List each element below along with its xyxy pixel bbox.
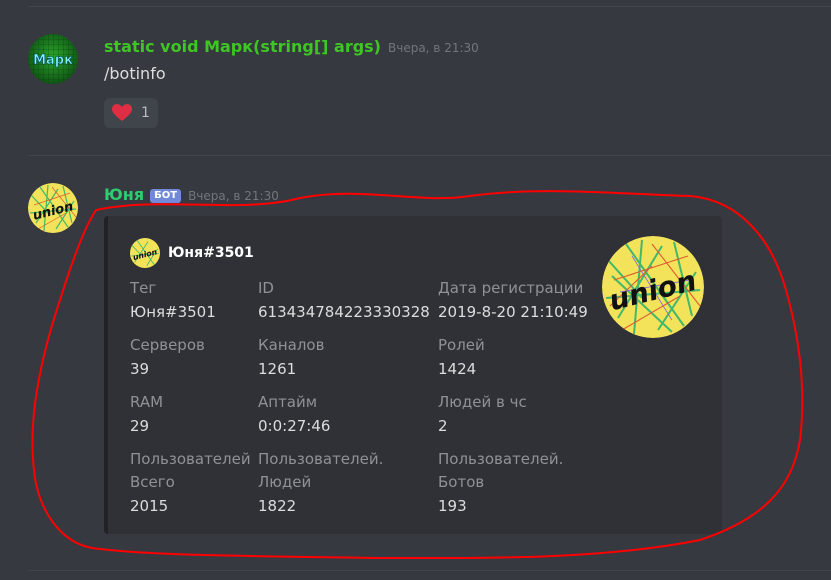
field-uptime: Аптайм 0:0:27:46	[258, 391, 330, 438]
field-value: 2019-8-20 21:10:49	[438, 303, 588, 321]
field-value: 1261	[258, 360, 297, 378]
message-timestamp[interactable]: Вчера, в 21:30	[388, 41, 479, 55]
field-name-line2: Всего	[130, 473, 175, 491]
field-value: 39	[130, 360, 150, 378]
field-users-humans: Пользователей. Людей 1822	[258, 448, 383, 518]
field-name-line1: Пользователей.	[258, 450, 384, 468]
field-value: 0:0:27:46	[258, 417, 331, 435]
field-channels: Каналов 1261	[258, 334, 324, 381]
message-timestamp[interactable]: Вчера, в 21:30	[188, 189, 279, 203]
field-value: 2	[438, 417, 448, 435]
field-name: Каналов	[258, 336, 325, 354]
message-content: /botinfo	[104, 64, 166, 83]
message-header: Юня БОТ Вчера, в 21:30	[104, 185, 279, 205]
avatar-mark[interactable]: Марк	[28, 34, 78, 84]
author-name-mark[interactable]: static void Марк(string[] args)	[104, 37, 381, 56]
avatar-yunya-image: union	[28, 183, 78, 233]
embed-author-name[interactable]: Юня#3501	[168, 245, 254, 261]
bot-info-embed: union Юня#3501 Тег Юня#3501 ID 613434784…	[104, 216, 722, 534]
message-divider	[28, 155, 831, 156]
field-name: Ролей	[438, 336, 485, 354]
field-name: ID	[258, 279, 274, 297]
field-value: 29	[130, 417, 150, 435]
embed-thumbnail-image: union	[602, 236, 704, 338]
field-value: Юня#3501	[130, 303, 216, 321]
field-name-line2: Ботов	[438, 473, 485, 491]
heart-icon	[112, 104, 132, 121]
field-name: Аптайм	[258, 393, 318, 411]
embed-author: union Юня#3501	[130, 238, 254, 268]
field-registration-date: Дата регистрации 2019-8-20 21:10:49	[438, 277, 588, 324]
field-name-line2: Людей	[258, 473, 312, 491]
field-ram: RAM 29	[130, 391, 163, 438]
message-divider	[28, 6, 831, 7]
avatar-mark-image: Марк	[28, 34, 78, 84]
field-name: Дата регистрации	[438, 279, 584, 297]
field-value: 613434784223330328	[258, 303, 430, 321]
field-servers: Серверов 39	[130, 334, 205, 381]
avatar-yunya[interactable]: union	[28, 183, 78, 233]
field-value: 1424	[438, 360, 477, 378]
avatar-mark-text: Марк	[33, 53, 73, 68]
embed-thumbnail[interactable]: union	[602, 236, 704, 338]
message-header: static void Марк(string[] args) Вчера, в…	[104, 37, 479, 56]
author-name-yunya[interactable]: Юня	[104, 185, 144, 204]
field-name-line1: Пользователей	[130, 450, 251, 468]
embed-author-icon: union	[130, 238, 160, 268]
field-value: 193	[438, 497, 467, 515]
reaction-heart[interactable]: 1	[104, 98, 158, 128]
field-users-total: Пользователей Всего 2015	[130, 448, 251, 518]
field-name: RAM	[130, 393, 164, 411]
field-users-bots: Пользователей. Ботов 193	[438, 448, 563, 518]
message-divider	[28, 570, 831, 571]
field-id: ID 613434784223330328	[258, 277, 430, 324]
field-value: 2015	[130, 497, 169, 515]
chat-view: Марк static void Марк(string[] args) Вче…	[0, 0, 831, 580]
reaction-count: 1	[141, 105, 150, 121]
field-tag: Тег Юня#3501	[130, 277, 216, 324]
field-name-line1: Пользователей.	[438, 450, 564, 468]
field-blacklist: Людей в чс 2	[438, 391, 527, 438]
field-value: 1822	[258, 497, 297, 515]
field-name: Серверов	[130, 336, 205, 354]
field-name: Людей в чс	[438, 393, 527, 411]
bot-badge: БОТ	[150, 189, 182, 203]
field-name: Тег	[130, 279, 157, 297]
field-roles: Ролей 1424	[438, 334, 485, 381]
